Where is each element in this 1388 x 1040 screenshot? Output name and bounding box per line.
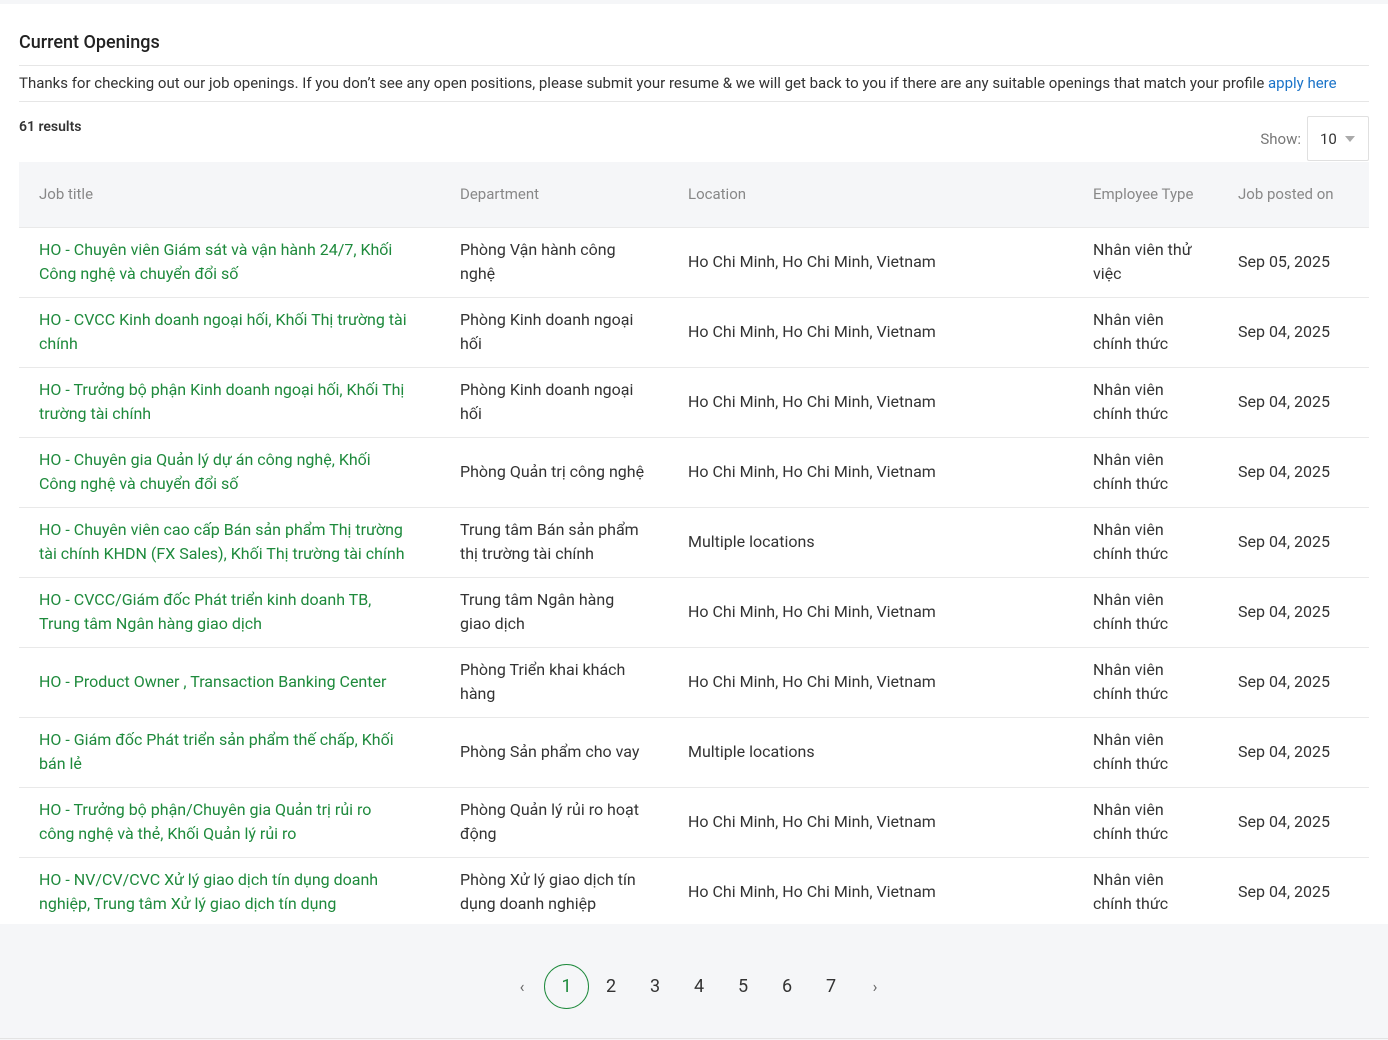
col-department[interactable]: Department <box>440 162 668 227</box>
chevron-down-icon <box>1344 135 1355 142</box>
department-cell: Phòng Vận hành công nghệ <box>460 240 616 283</box>
page-button-2[interactable]: 2 <box>589 964 633 1009</box>
location-cell: Ho Chi Minh, Ho Chi Minh, Vietnam <box>688 462 936 481</box>
job-title-link[interactable]: HO - Chuyên viên cao cấp Bán sản phẩm Th… <box>19 507 440 577</box>
col-posted-on[interactable]: Job posted on <box>1218 162 1369 227</box>
employee-type-cell: Nhân viên chính thức <box>1093 380 1169 423</box>
department-cell: Phòng Quản lý rủi ro hoạt động <box>460 800 639 843</box>
job-title-link[interactable]: HO - CVCC/Giám đốc Phát triển kinh doanh… <box>19 577 440 647</box>
employee-type-cell: Nhân viên chính thức <box>1093 520 1169 563</box>
posted-date-cell: Sep 05, 2025 <box>1238 252 1331 271</box>
table-row[interactable]: HO - Giám đốc Phát triển sản phẩm thế ch… <box>19 717 1369 787</box>
department-cell: Trung tâm Bán sản phẩm thị trường tài ch… <box>460 520 639 563</box>
job-title-link[interactable]: HO - Trưởng bộ phận/Chuyên gia Quản trị … <box>19 787 440 857</box>
prev-page-button[interactable]: ‹ <box>500 964 544 1009</box>
job-title-link[interactable]: HO - Trưởng bộ phận Kinh doanh ngoại hối… <box>19 367 440 437</box>
department-cell: Trung tâm Ngân hàng giao dịch <box>460 590 615 633</box>
posted-date-cell: Sep 04, 2025 <box>1238 602 1331 621</box>
table-row[interactable]: HO - Trưởng bộ phận Kinh doanh ngoại hối… <box>19 367 1369 437</box>
location-cell: Ho Chi Minh, Ho Chi Minh, Vietnam <box>688 322 936 341</box>
employee-type-cell: Nhân viên chính thức <box>1093 450 1169 493</box>
results-count: 61 results <box>19 119 82 135</box>
job-title-link[interactable]: HO - Chuyên viên Giám sát và vận hành 24… <box>19 227 440 297</box>
job-title-link[interactable]: HO - Giám đốc Phát triển sản phẩm thế ch… <box>19 717 440 787</box>
table-header-row: Job title Department Location Employee T… <box>19 162 1369 227</box>
page-button-5[interactable]: 5 <box>721 964 765 1009</box>
page-button-4[interactable]: 4 <box>677 964 721 1009</box>
intro-message: Thanks for checking out our job openings… <box>19 74 1268 92</box>
apply-here-link[interactable]: apply here <box>1268 74 1337 92</box>
location-cell: Ho Chi Minh, Ho Chi Minh, Vietnam <box>688 392 936 411</box>
table-row[interactable]: HO - Trưởng bộ phận/Chuyên gia Quản trị … <box>19 787 1369 857</box>
location-cell: Ho Chi Minh, Ho Chi Minh, Vietnam <box>688 252 936 271</box>
location-cell: Ho Chi Minh, Ho Chi Minh, Vietnam <box>688 882 936 902</box>
employee-type-cell: Nhân viên thử việc <box>1093 240 1192 283</box>
col-employee-type[interactable]: Employee Type <box>1073 162 1218 227</box>
table-row[interactable]: HO - Chuyên viên cao cấp Bán sản phẩm Th… <box>19 507 1369 577</box>
posted-date-cell: Sep 04, 2025 <box>1238 392 1331 411</box>
intro-text: Thanks for checking out our job openings… <box>19 65 1369 102</box>
employee-type-cell: Nhân viên chính thức <box>1093 730 1169 773</box>
bottom-divider <box>0 1038 1388 1039</box>
job-table: Job title Department Location Employee T… <box>19 162 1369 927</box>
location-cell: Ho Chi Minh, Ho Chi Minh, Vietnam <box>688 602 936 621</box>
department-cell: Phòng Sản phẩm cho vay <box>460 742 640 761</box>
pagination-area: ‹ 1234567 › <box>0 924 1388 1040</box>
employee-type-cell: Nhân viên chính thức <box>1093 870 1169 914</box>
page-button-1[interactable]: 1 <box>544 964 589 1009</box>
posted-date-cell: Sep 04, 2025 <box>1238 462 1331 481</box>
location-cell: Ho Chi Minh, Ho Chi Minh, Vietnam <box>688 672 936 691</box>
table-row[interactable]: HO - Product Owner , Transaction Banking… <box>19 647 1369 717</box>
department-cell: Phòng Kinh doanh ngoại hối <box>460 380 634 423</box>
table-row[interactable]: HO - NV/CV/CVC Xử lý giao dịch tín dụng … <box>19 857 1369 927</box>
col-location[interactable]: Location <box>668 162 1073 227</box>
department-cell: Phòng Xử lý giao dịch tín dụng doanh ngh… <box>460 870 636 914</box>
openings-card: Current Openings Thanks for checking out… <box>0 4 1388 924</box>
page-button-7[interactable]: 7 <box>809 964 853 1009</box>
location-cell: Multiple locations <box>688 532 815 551</box>
posted-date-cell: Sep 04, 2025 <box>1238 812 1331 831</box>
page-size-select[interactable]: 10 <box>1307 116 1369 161</box>
col-job-title[interactable]: Job title <box>19 162 440 227</box>
job-title-link[interactable]: HO - Product Owner , Transaction Banking… <box>19 647 440 717</box>
page-button-3[interactable]: 3 <box>633 964 677 1009</box>
page-button-6[interactable]: 6 <box>765 964 809 1009</box>
page-size-control: Show: 10 <box>1260 116 1369 161</box>
next-page-button[interactable]: › <box>853 964 897 1009</box>
employee-type-cell: Nhân viên chính thức <box>1093 800 1169 843</box>
posted-date-cell: Sep 04, 2025 <box>1238 672 1331 691</box>
employee-type-cell: Nhân viên chính thức <box>1093 310 1169 353</box>
table-row[interactable]: HO - CVCC/Giám đốc Phát triển kinh doanh… <box>19 577 1369 647</box>
pagination: ‹ 1234567 › <box>500 964 897 1009</box>
table-row[interactable]: HO - Chuyên gia Quản lý dự án công nghệ,… <box>19 437 1369 507</box>
posted-date-cell: Sep 04, 2025 <box>1238 532 1331 551</box>
page-size-value: 10 <box>1320 129 1337 148</box>
posted-date-cell: Sep 04, 2025 <box>1238 322 1331 341</box>
table-row[interactable]: HO - CVCC Kinh doanh ngoại hối, Khối Thị… <box>19 297 1369 367</box>
job-title-link[interactable]: HO - CVCC Kinh doanh ngoại hối, Khối Thị… <box>19 297 440 367</box>
job-title-link[interactable]: HO - NV/CV/CVC Xử lý giao dịch tín dụng … <box>19 857 440 927</box>
department-cell: Phòng Triển khai khách hàng <box>460 660 626 703</box>
posted-date-cell: Sep 04, 2025 <box>1238 742 1331 761</box>
department-cell: Phòng Quản trị công nghệ <box>460 462 645 481</box>
location-cell: Multiple locations <box>688 742 815 761</box>
location-cell: Ho Chi Minh, Ho Chi Minh, Vietnam <box>688 812 936 831</box>
employee-type-cell: Nhân viên chính thức <box>1093 590 1169 633</box>
employee-type-cell: Nhân viên chính thức <box>1093 660 1169 703</box>
table-row[interactable]: HO - Chuyên viên Giám sát và vận hành 24… <box>19 227 1369 297</box>
department-cell: Phòng Kinh doanh ngoại hối <box>460 310 634 353</box>
page-title: Current Openings <box>19 32 160 53</box>
job-title-link[interactable]: HO - Chuyên gia Quản lý dự án công nghệ,… <box>19 437 440 507</box>
posted-date-cell: Sep 04, 2025 <box>1238 882 1331 902</box>
show-label: Show: <box>1260 129 1301 148</box>
